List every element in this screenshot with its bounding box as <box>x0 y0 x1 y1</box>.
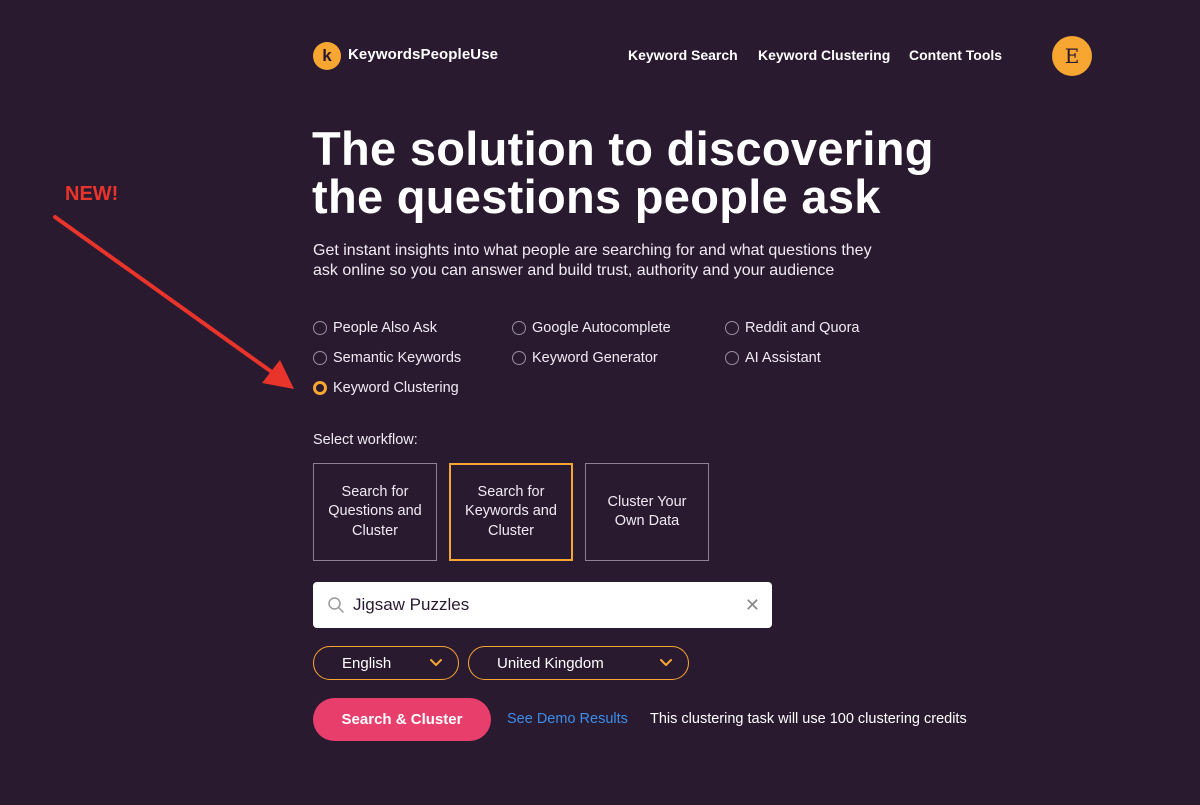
radio-label: People Also Ask <box>333 320 437 336</box>
radio-label: AI Assistant <box>745 350 821 366</box>
language-select-value: English <box>342 654 392 672</box>
close-icon[interactable]: ✕ <box>745 595 760 616</box>
radio-unchecked-icon <box>313 351 327 365</box>
radio-ai-assistant[interactable]: AI Assistant <box>725 350 821 366</box>
radio-label: Google Autocomplete <box>532 320 671 336</box>
radio-label: Reddit and Quora <box>745 320 860 336</box>
radio-keyword-generator[interactable]: Keyword Generator <box>512 350 658 366</box>
annotation-arrow-icon <box>53 215 294 389</box>
see-demo-results-link[interactable]: See Demo Results <box>507 711 628 727</box>
workflow-card-label: Search for Questions and Cluster <box>328 483 422 539</box>
hero-title-line-1: The solution to discovering <box>312 122 934 175</box>
search-input[interactable] <box>353 595 733 615</box>
radio-unchecked-icon <box>725 321 739 335</box>
language-select[interactable]: English <box>313 646 459 680</box>
radio-semantic-keywords[interactable]: Semantic Keywords <box>313 350 461 366</box>
hero-subtitle-line-1: Get instant insights into what people ar… <box>313 242 872 259</box>
search-and-cluster-button[interactable]: Search & Cluster <box>313 698 491 741</box>
brand-name[interactable]: KeywordsPeopleUse <box>348 46 498 63</box>
workflow-card-label: Cluster Your Own Data <box>607 493 687 530</box>
nav-content-tools[interactable]: Content Tools <box>909 47 1002 63</box>
radio-reddit-and-quora[interactable]: Reddit and Quora <box>725 320 859 336</box>
radio-google-autocomplete[interactable]: Google Autocomplete <box>512 320 671 336</box>
logo-mark[interactable]: k <box>313 42 341 70</box>
radio-checked-icon <box>313 381 327 395</box>
radio-unchecked-icon <box>725 351 739 365</box>
workflow-card-own-data[interactable]: Cluster Your Own Data <box>585 463 709 561</box>
nav-keyword-clustering[interactable]: Keyword Clustering <box>758 47 890 63</box>
search-icon <box>328 597 344 613</box>
radio-label: Keyword Clustering <box>333 380 459 396</box>
radio-unchecked-icon <box>512 351 526 365</box>
radio-people-also-ask[interactable]: People Also Ask <box>313 320 437 336</box>
radio-label: Semantic Keywords <box>333 350 462 366</box>
credit-usage-note: This clustering task will use 100 cluste… <box>650 711 967 727</box>
hero-title-line-2: the questions people ask <box>312 170 881 223</box>
workflow-card-keywords[interactable]: Search for Keywords and Cluster <box>449 463 573 561</box>
chevron-down-icon <box>430 659 442 666</box>
country-select-value: United Kingdom <box>497 654 604 672</box>
hero-subtitle-line-2: ask online so you can answer and build t… <box>313 262 835 279</box>
workflow-card-label: Search for Keywords and Cluster <box>465 483 557 539</box>
workflow-card-questions[interactable]: Search for Questions and Cluster <box>313 463 437 561</box>
user-avatar[interactable]: E <box>1052 36 1092 76</box>
hero-title: The solution to discovering the question… <box>312 125 992 221</box>
hero-subtitle: Get instant insights into what people ar… <box>313 241 933 281</box>
radio-unchecked-icon <box>512 321 526 335</box>
search-box[interactable]: ✕ <box>313 582 772 628</box>
radio-label: Keyword Generator <box>532 350 658 366</box>
country-select[interactable]: United Kingdom <box>468 646 689 680</box>
radio-keyword-clustering[interactable]: Keyword Clustering <box>313 380 459 396</box>
nav-keyword-search[interactable]: Keyword Search <box>628 47 738 63</box>
workflow-label: Select workflow: <box>313 432 418 448</box>
chevron-down-icon <box>660 659 672 666</box>
radio-unchecked-icon <box>313 321 327 335</box>
